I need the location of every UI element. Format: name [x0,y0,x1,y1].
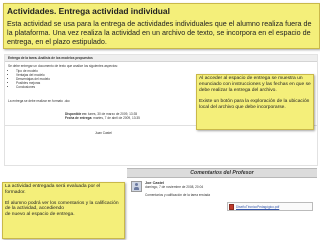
submission-intro: Se debe entregar un documento de texto q… [8,64,118,68]
header-callout: Actividades. Entrega actividad individua… [3,3,320,49]
user-line: Juan Castel [95,131,112,135]
submission-heading-bar: Entrega de la tarea. Análisis de los mod… [5,55,317,62]
header-body: Esta actividad se usa para la entrega de… [7,19,312,46]
submission-heading: Entrega de la tarea. Análisis de los mod… [8,56,93,60]
file-attachment[interactable]: DiseñoTécnicoPedagógico.pdf [227,202,313,211]
format-note: La entrega se debe realizar en formato .… [8,99,70,103]
teacher-date: domingo, 7 de noviembre de 2008, 20:04 [145,185,204,189]
evaluation-callout-text: La actividad entregada será evaluada por… [5,184,119,217]
comments-header: Comentarios del Profesor [127,168,317,178]
user-avatar [131,181,142,192]
aspects-list: Tipo de modelo Ventajas del modelo Desve… [10,69,50,89]
avatar-head [135,183,138,186]
teacher-comment: Comentarios y calificación de la tarea e… [145,193,211,197]
comments-panel: Comentarios del Profesor Joe Castel domi… [127,168,317,222]
due-label: Fecha de entrega: [65,116,93,120]
instructions-callout: Al acceder al espacio de entrega se mues… [196,74,314,130]
instructions-callout-text: Al acceder al espacio de entrega se mues… [199,76,311,110]
document-icon [229,204,234,210]
file-link[interactable]: DiseñoTécnicoPedagógico.pdf [236,205,279,209]
comments-title: Comentarios del Profesor [190,170,254,176]
list-item: Conclusiones [16,85,50,89]
evaluation-callout: La actividad entregada será evaluada por… [2,182,125,239]
dates-block: Disponible en: lunes, 30 de marzo de 200… [65,112,175,120]
avatar-body [134,187,139,190]
due-row: Fecha de entrega: martes, 7 de abril de … [65,116,175,120]
header-title: Actividades. Entrega actividad individua… [7,6,170,16]
due-value: martes, 7 de abril de 2009, 13:35 [93,116,140,120]
